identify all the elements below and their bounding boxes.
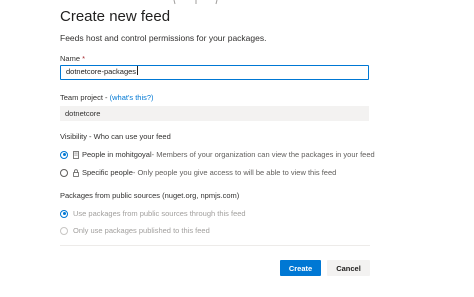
team-project-label-text: Team project -: [60, 93, 110, 102]
radio-selected[interactable]: [60, 150, 68, 159]
upstream-sources-label: Packages from public sources (nuget.org,…: [60, 191, 240, 200]
text-caret: [137, 66, 139, 75]
radio-unselected[interactable]: [60, 226, 68, 235]
footer-divider: [60, 245, 370, 246]
header-graphic-fragment: [173, 0, 218, 5]
dialog-subtitle: Feeds host and control permissions for y…: [60, 33, 267, 43]
radio-unselected[interactable]: [60, 168, 68, 177]
lock-icon: [73, 168, 79, 177]
name-label-text: Name: [60, 54, 81, 63]
upstream-option-local-only[interactable]: Only use packages published to this feed: [60, 226, 210, 235]
feed-name-input[interactable]: dotnetcore-packages: [60, 65, 369, 80]
radio-selected[interactable]: [60, 209, 68, 218]
upstream-option-public[interactable]: Use packages from public sources through…: [60, 209, 246, 218]
visibility-option-desc: - Members of your organization can view …: [151, 150, 375, 159]
name-field-label: Name *: [60, 54, 85, 63]
visibility-option-specific[interactable]: Specific people - Only people you give a…: [60, 168, 336, 177]
team-project-label: Team project - (what's this?): [60, 93, 154, 102]
team-project-value: dotnetcore: [60, 106, 369, 121]
building-icon: [73, 150, 79, 159]
cancel-button[interactable]: Cancel: [327, 260, 370, 276]
create-button[interactable]: Create: [280, 260, 321, 276]
dialog-title: Create new feed: [60, 8, 171, 25]
upstream-option-label: Use packages from public sources through…: [73, 209, 246, 218]
upstream-option-label: Only use packages published to this feed: [73, 226, 210, 235]
required-marker: *: [82, 54, 86, 63]
whats-this-link[interactable]: (what's this?): [110, 93, 154, 102]
visibility-label: Visibility - Who can use your feed: [60, 132, 171, 141]
feed-name-value: dotnetcore-packages: [66, 67, 137, 76]
visibility-option-title: Specific people: [82, 168, 133, 177]
visibility-option-title: People in mohitgoyal: [82, 150, 152, 159]
visibility-option-organization[interactable]: People in mohitgoyal - Members of your o…: [60, 150, 375, 159]
visibility-option-desc: - Only people you give access to will be…: [132, 168, 337, 177]
